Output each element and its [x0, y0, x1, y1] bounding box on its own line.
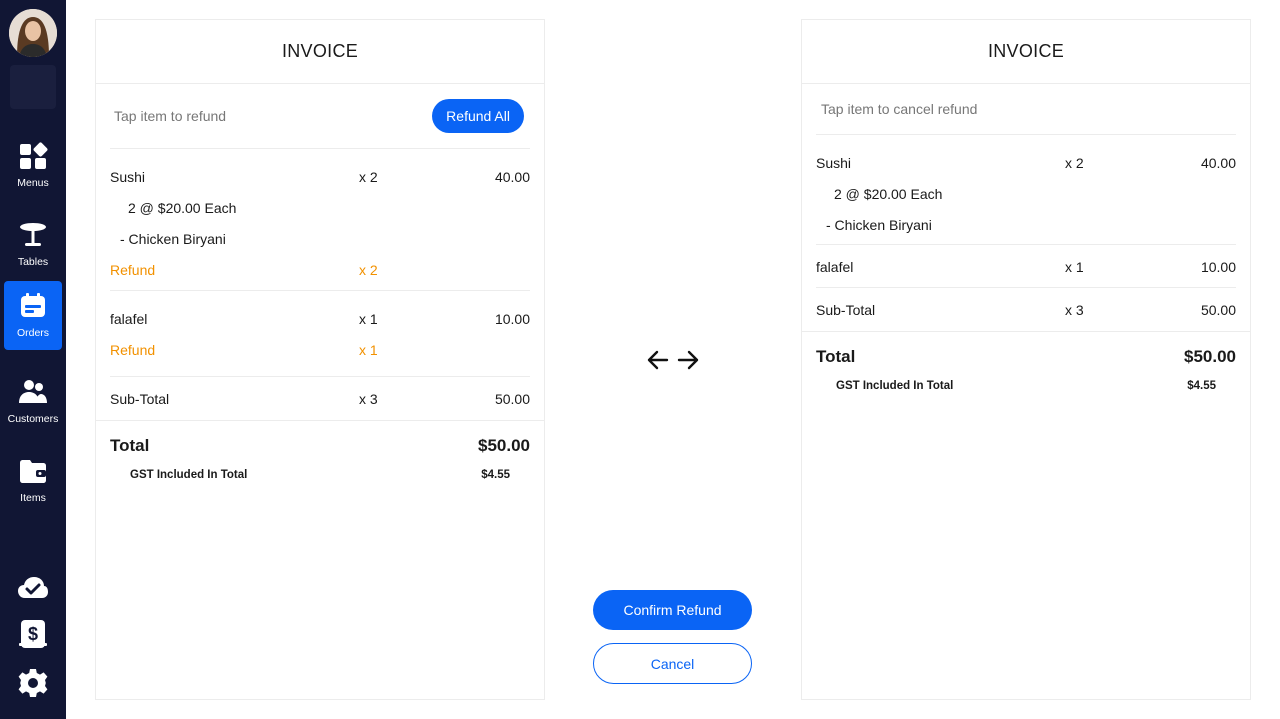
invoice-title: INVOICE — [96, 20, 544, 84]
invoice-item[interactable]: Sushi x 2 40.00 2 @ $20.00 Each - Chicke… — [816, 135, 1236, 245]
invoice-item[interactable]: Sushi x 2 40.00 2 @ $20.00 Each - Chicke… — [110, 149, 530, 291]
sidebar-item-tables[interactable]: Tables — [4, 210, 62, 279]
sidebar-item-customers[interactable]: Customers — [4, 367, 62, 436]
item-amount: 40.00 — [494, 168, 530, 185]
arrow-right-icon[interactable] — [676, 348, 700, 372]
sidebar-item-label: Menus — [17, 177, 49, 189]
total-row: Total $50.00 — [110, 421, 530, 465]
gst-row: GST Included In Total $4.55 — [816, 376, 1236, 400]
item-name: falafel — [816, 258, 854, 275]
refund-qty: x 2 — [359, 261, 378, 278]
sidebar-item-label: Tables — [17, 256, 49, 268]
refund-label: Refund — [110, 341, 156, 358]
subtotal-amount: 50.00 — [1200, 302, 1236, 318]
menus-icon — [20, 142, 48, 169]
subtotal-amount: 50.00 — [494, 391, 530, 407]
gst-amount: $4.55 — [1187, 380, 1216, 392]
gst-row: GST Included In Total $4.55 — [110, 465, 530, 489]
user-avatar[interactable] — [9, 9, 57, 57]
subtotal-qty: x 3 — [1065, 302, 1084, 318]
item-qty: x 1 — [359, 310, 378, 327]
total-label: Total — [110, 436, 150, 455]
item-name: Sushi — [816, 154, 852, 171]
item-modifier: - Chicken Biryani — [120, 230, 226, 247]
refund-label: Refund — [110, 261, 156, 278]
sidebar: Menus Tables Orders Customers Items $ — [0, 0, 66, 719]
refund-hint: Tap item to refund — [114, 108, 227, 124]
table-icon — [20, 223, 46, 246]
gst-amount: $4.55 — [481, 469, 510, 481]
cancel-refund-hint: Tap item to cancel refund — [821, 101, 978, 117]
item-name: Sushi — [110, 168, 146, 185]
sidebar-item-label: Customers — [7, 413, 59, 425]
item-unit-price: 2 @ $20.00 Each — [128, 199, 237, 216]
item-amount: 10.00 — [494, 310, 530, 327]
gst-label: GST Included In Total — [130, 469, 248, 481]
gst-label: GST Included In Total — [836, 380, 954, 392]
item-qty: x 1 — [1065, 258, 1084, 275]
cancel-button[interactable]: Cancel — [593, 643, 752, 684]
cash-icon[interactable]: $ — [17, 618, 49, 650]
total-label: Total — [816, 347, 856, 366]
item-unit-price: 2 @ $20.00 Each — [834, 185, 943, 202]
item-qty: x 2 — [1065, 154, 1084, 171]
svg-text:$: $ — [28, 624, 38, 644]
invoice-item[interactable]: falafel x 1 10.00 Refund x 1 — [110, 291, 530, 377]
total-row: Total $50.00 — [816, 332, 1236, 376]
invoice-title: INVOICE — [802, 20, 1250, 84]
refund-hint-row: Tap item to refund Refund All — [110, 84, 530, 149]
refund-target-invoice: INVOICE Tap item to cancel refund Sushi … — [801, 19, 1251, 700]
sidebar-item-label: Orders — [16, 327, 50, 339]
refund-qty: x 1 — [359, 341, 378, 358]
sidebar-item-orders[interactable]: Orders — [4, 281, 62, 350]
sidebar-item-items[interactable]: Items — [4, 446, 62, 515]
item-modifier: - Chicken Biryani — [826, 216, 932, 233]
invoice-item[interactable]: falafel x 1 10.00 — [816, 245, 1236, 288]
item-qty: x 2 — [359, 168, 378, 185]
items-icon — [20, 460, 46, 483]
item-amount: 40.00 — [1200, 154, 1236, 171]
refund-all-button[interactable]: Refund All — [432, 99, 524, 133]
orders-icon — [21, 293, 45, 317]
refund-source-invoice: INVOICE Tap item to refund Refund All Su… — [95, 19, 545, 700]
sidebar-item-menus[interactable]: Menus — [4, 131, 62, 200]
item-amount: 10.00 — [1200, 258, 1236, 275]
cloud-check-icon[interactable] — [17, 572, 49, 604]
cancel-refund-hint-row: Tap item to cancel refund — [816, 84, 1236, 135]
gear-icon[interactable] — [17, 667, 49, 699]
sidebar-item-label: Items — [20, 492, 46, 504]
total-amount: $50.00 — [478, 436, 530, 455]
total-amount: $50.00 — [1184, 347, 1236, 366]
subtotal-label: Sub-Total — [110, 391, 170, 407]
subtotal-row: Sub-Total x 3 50.00 — [96, 377, 544, 421]
logo-placeholder — [10, 65, 56, 109]
arrow-left-icon[interactable] — [646, 348, 670, 372]
subtotal-row: Sub-Total x 3 50.00 — [802, 288, 1250, 332]
transfer-arrows — [646, 347, 700, 373]
subtotal-qty: x 3 — [359, 391, 378, 407]
confirm-refund-button[interactable]: Confirm Refund — [593, 590, 752, 630]
subtotal-label: Sub-Total — [816, 302, 876, 318]
customers-icon — [19, 380, 47, 403]
item-name: falafel — [110, 310, 148, 327]
